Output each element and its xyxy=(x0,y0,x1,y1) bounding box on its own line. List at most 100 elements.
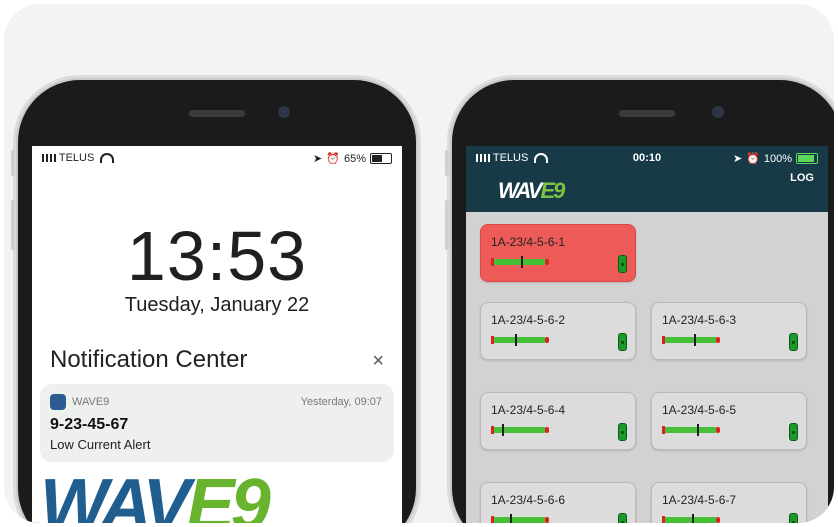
speaker-grill xyxy=(619,110,675,117)
current-gauge xyxy=(662,334,720,346)
circuit-tile[interactable]: 1A-23/4-5-6-7 xyxy=(651,482,807,523)
log-button[interactable]: LOG xyxy=(790,172,814,184)
circuit-name: 1A-23/4-5-6-2 xyxy=(491,313,566,327)
lock-screen: TELUS ➤ ⏰ 65% 13:53 Tuesday, January 22 … xyxy=(32,146,402,523)
current-gauge xyxy=(662,424,720,436)
battery-icon xyxy=(370,153,392,164)
battery-status-icon xyxy=(789,513,798,523)
alarm-icon: ⏰ xyxy=(746,153,760,165)
circuit-tile[interactable]: 1A-23/4-5-6-5 xyxy=(651,392,807,450)
gauge-needle xyxy=(510,514,512,523)
circuit-name: 1A-23/4-5-6-1 xyxy=(491,235,566,249)
alarm-icon: ⏰ xyxy=(326,153,340,165)
front-camera xyxy=(712,106,724,118)
battery-status-icon xyxy=(789,423,798,441)
circuit-name: 1A-23/4-5-6-4 xyxy=(491,403,566,417)
wifi-icon xyxy=(100,153,115,164)
current-gauge xyxy=(662,514,720,523)
carrier: TELUS xyxy=(42,152,115,164)
current-gauge xyxy=(491,424,549,436)
wave9-logo: WAVE9 xyxy=(40,465,271,523)
right-notch xyxy=(512,86,782,142)
gauge-high-mark xyxy=(716,427,720,433)
circuit-tile[interactable]: 1A-23/4-5-6-3 xyxy=(651,302,807,360)
location-icon: ➤ xyxy=(313,153,323,165)
gauge-low-mark xyxy=(491,426,494,434)
gauge-high-mark xyxy=(545,337,549,343)
app-logo: WAVE9 xyxy=(498,178,565,203)
battery-percent: 65% xyxy=(343,152,366,165)
battery-status-icon xyxy=(618,255,627,273)
gauge-needle xyxy=(521,256,523,268)
lock-clock: 13:53 xyxy=(126,217,308,295)
notification-card[interactable]: WAVE9 Yesterday, 09:07 9-23-45-67 Low Cu… xyxy=(40,384,394,462)
gauge-needle xyxy=(515,334,517,346)
current-gauge xyxy=(491,514,549,523)
notification-app-name: WAVE9 xyxy=(72,396,110,408)
gauge-low-mark xyxy=(662,336,665,344)
gauge-high-mark xyxy=(545,517,549,523)
circuit-tile[interactable]: 1A-23/4-5-6-4 xyxy=(480,392,636,450)
signal-icon xyxy=(476,154,490,163)
gauge-needle xyxy=(502,424,504,436)
lock-date: Tuesday, January 22 xyxy=(124,294,310,316)
circuit-tile[interactable]: 1A-23/4-5-6-6 xyxy=(480,482,636,523)
app-screen: TELUS 00:10 ➤ ⏰ 100% WAVE9 LOG 1A-23/4-5… xyxy=(466,146,828,523)
mute-switch xyxy=(11,150,15,176)
battery-status-icon xyxy=(618,513,627,523)
notification-center-title: Notification Center xyxy=(50,346,248,373)
battery-status-icon xyxy=(618,423,627,441)
speaker-grill xyxy=(189,110,245,117)
notification-timestamp: Yesterday, 09:07 xyxy=(300,396,382,408)
gauge-low-mark xyxy=(662,516,665,523)
battery-status-icon xyxy=(789,333,798,351)
gauge-high-mark xyxy=(545,427,549,433)
status-right: ➤ ⏰ 65% xyxy=(313,152,392,165)
status-time: 00:10 xyxy=(632,152,662,164)
status-bar: TELUS ➤ ⏰ 65% xyxy=(32,146,402,170)
screenshot-card: TELUS ➤ ⏰ 65% 13:53 Tuesday, January 22 … xyxy=(4,4,834,523)
gauge-high-mark xyxy=(716,517,720,523)
left-phone: TELUS ➤ ⏰ 65% 13:53 Tuesday, January 22 … xyxy=(11,80,416,523)
gauge-needle xyxy=(697,424,699,436)
status-right: ➤ ⏰ 100% xyxy=(733,152,818,165)
battery-status-icon xyxy=(618,333,627,351)
battery-percent: 100% xyxy=(763,152,792,165)
gauge-low-mark xyxy=(491,516,494,523)
mute-switch xyxy=(445,150,449,176)
circuit-grid: 1A-23/4-5-6-1 1A-23/4-5-6-2 1A-23/4-5-6-3 1… xyxy=(466,212,828,523)
wave9-app-icon xyxy=(50,394,66,410)
circuit-tile[interactable]: 1A-23/4-5-6-2 xyxy=(480,302,636,360)
notification-body: Low Current Alert xyxy=(50,437,151,452)
notification-title: 9-23-45-67 xyxy=(50,416,129,433)
circuit-name: 1A-23/4-5-6-3 xyxy=(662,313,737,327)
location-icon: ➤ xyxy=(732,153,743,165)
circuit-tile[interactable]: 1A-23/4-5-6-1 xyxy=(480,224,636,282)
carrier-label: TELUS xyxy=(58,152,95,164)
carrier: TELUS xyxy=(476,152,549,164)
gauge-low-mark xyxy=(491,258,494,266)
volume-button xyxy=(445,200,449,250)
right-phone: TELUS 00:10 ➤ ⏰ 100% WAVE9 LOG 1A-23/4-5… xyxy=(445,80,834,523)
signal-icon xyxy=(42,154,56,163)
current-gauge xyxy=(491,334,549,346)
app-header: TELUS 00:10 ➤ ⏰ 100% WAVE9 LOG xyxy=(466,146,828,212)
current-gauge xyxy=(491,256,549,268)
carrier-label: TELUS xyxy=(492,152,529,164)
gauge-low-mark xyxy=(662,426,665,434)
circuit-name: 1A-23/4-5-6-6 xyxy=(491,493,566,507)
gauge-needle xyxy=(694,334,696,346)
battery-icon xyxy=(796,153,818,164)
circuit-name: 1A-23/4-5-6-5 xyxy=(662,403,737,417)
volume-button xyxy=(11,200,15,250)
gauge-high-mark xyxy=(545,259,549,265)
circuit-name: 1A-23/4-5-6-7 xyxy=(662,493,737,507)
status-bar: TELUS 00:10 ➤ ⏰ 100% xyxy=(466,146,828,170)
wifi-icon xyxy=(534,153,549,164)
gauge-low-mark xyxy=(491,336,494,344)
gauge-high-mark xyxy=(716,337,720,343)
gauge-needle xyxy=(692,514,694,523)
front-camera xyxy=(278,106,290,118)
close-icon[interactable]: × xyxy=(372,350,384,373)
left-notch xyxy=(78,86,356,142)
